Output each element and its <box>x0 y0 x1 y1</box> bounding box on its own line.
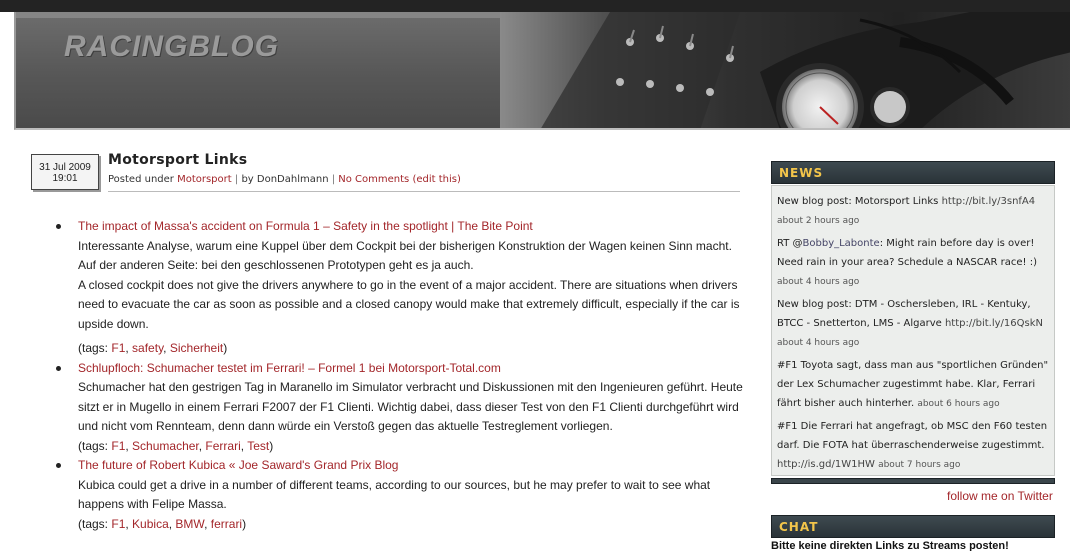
news-widget-footer <box>771 478 1055 484</box>
list-item: The future of Robert Kubica « Joe Saward… <box>56 456 746 534</box>
chat-widget-title: CHAT <box>779 520 819 534</box>
list-item: Schlupfloch: Schumacher testet im Ferrar… <box>56 359 746 457</box>
follow-twitter-link[interactable]: follow me on Twitter <box>947 489 1053 503</box>
post-author: by DonDahlmann <box>241 174 329 185</box>
chat-widget-header: CHAT <box>771 515 1055 538</box>
tweet-item: New blog post: Motorsport Links http://b… <box>777 192 1049 231</box>
list-item: The impact of Massa's accident on Formul… <box>56 217 746 359</box>
tag-link[interactable]: F1 <box>111 517 125 531</box>
tags-end: ) <box>242 516 247 531</box>
link-tags: (tags: F1, safety, Sicherheit) <box>78 341 228 355</box>
tag-link[interactable]: Test <box>247 439 269 453</box>
tweet-time[interactable]: about 6 hours ago <box>917 399 999 409</box>
post-time: 19:01 <box>52 173 78 184</box>
tweet-time[interactable]: about 7 hours ago <box>878 460 960 470</box>
meta-separator: | <box>331 174 336 185</box>
link-description: Interessante Analyse, warum eine Kuppel … <box>78 238 732 273</box>
tag-link[interactable]: F1 <box>111 341 125 355</box>
tweet-text: #F1 Toyota sagt, dass man aus "sportlich… <box>777 360 1049 409</box>
tag-link[interactable]: safety <box>132 341 163 355</box>
tags-end: ) <box>269 438 274 453</box>
tag-link[interactable]: F1 <box>111 439 125 453</box>
header-cockpit-image <box>500 12 1070 128</box>
tweet-item: #F1 Die Ferrari hat angefragt, ob MSC de… <box>777 417 1049 475</box>
post-date: 31 Jul 2009 <box>39 162 91 173</box>
bullet-icon <box>56 365 61 371</box>
news-widget-header: NEWS <box>771 161 1055 184</box>
link-list: The impact of Massa's accident on Formul… <box>56 217 746 534</box>
tag-link[interactable]: ferrari <box>211 517 242 531</box>
link-description: Schumacher hat den gestrigen Tag in Mara… <box>78 380 743 433</box>
link-title[interactable]: The future of Robert Kubica « Joe Saward… <box>78 458 398 472</box>
tweet-prefix: RT @ <box>777 238 803 249</box>
tags-label: (tags: <box>78 341 109 355</box>
tweet-text: #F1 Die Ferrari hat angefragt, ob MSC de… <box>777 421 1048 451</box>
link-description: Kubica could get a drive in a number of … <box>78 477 711 512</box>
link-title[interactable]: Schlupfloch: Schumacher testet im Ferrar… <box>78 361 501 375</box>
site-header: RACINGBLOG <box>14 12 1070 130</box>
news-widget: New blog post: Motorsport Links http://b… <box>771 185 1055 476</box>
link-tags: (tags: F1, Schumacher, Ferrari, Test) <box>78 438 274 453</box>
tweet-time[interactable]: about 4 hours ago <box>777 338 859 348</box>
tweet-item: #F1 Toyota sagt, dass man aus "sportlich… <box>777 356 1049 414</box>
tags-end: ) <box>223 341 228 355</box>
top-bar <box>0 0 1070 12</box>
post-title[interactable]: Motorsport Links <box>108 152 247 168</box>
post-meta: Posted under Motorsport | by DonDahlmann… <box>108 174 461 185</box>
tag-link[interactable]: BMW <box>175 517 204 531</box>
tweet-link[interactable]: http://is.gd/1W1HW <box>777 459 875 470</box>
tag-link[interactable]: Schumacher <box>132 439 199 453</box>
tag-link[interactable]: Ferrari <box>205 439 240 453</box>
tags-label: (tags: <box>78 438 109 453</box>
page-margin <box>0 12 14 551</box>
post-divider <box>108 191 740 192</box>
cockpit-illustration <box>541 12 1070 128</box>
tweet-item: RT @Bobby_Labonte: Might rain before day… <box>777 234 1049 292</box>
tags-label: (tags: <box>78 516 109 531</box>
news-widget-title: NEWS <box>779 166 824 180</box>
link-tags: (tags: F1, Kubica, BMW, ferrari) <box>78 516 247 531</box>
tweet-item: New blog post: DTM - Oschersleben, IRL -… <box>777 295 1049 353</box>
tweet-time[interactable]: about 2 hours ago <box>777 216 859 226</box>
post-category-link[interactable]: Motorsport <box>177 174 232 185</box>
tweet-mention-link[interactable]: Bobby_Labonte <box>803 238 880 249</box>
bullet-icon <box>56 224 61 229</box>
site-logo[interactable]: RACINGBLOG <box>64 30 279 64</box>
tweet-link[interactable]: http://bit.ly/3snfA4 <box>942 196 1036 207</box>
post-comments-link[interactable]: No Comments (edit this) <box>338 174 461 185</box>
tag-link[interactable]: Sicherheit <box>170 341 223 355</box>
tweet-link[interactable]: http://bit.ly/16QskN <box>945 318 1043 329</box>
post-date-box: 31 Jul 2009 19:01 <box>31 154 99 190</box>
link-quote: A closed cockpit does not give the drive… <box>78 277 740 331</box>
tweet-time[interactable]: about 4 hours ago <box>777 277 859 287</box>
chat-notice: Bitte keine direkten Links zu Streams po… <box>771 540 1009 551</box>
posted-under-label: Posted under <box>108 174 174 185</box>
bullet-icon <box>56 463 61 468</box>
tweet-text: New blog post: Motorsport Links <box>777 196 939 207</box>
link-title[interactable]: The impact of Massa's accident on Formul… <box>78 219 533 233</box>
meta-separator: | <box>234 174 239 185</box>
tag-link[interactable]: Kubica <box>132 517 169 531</box>
